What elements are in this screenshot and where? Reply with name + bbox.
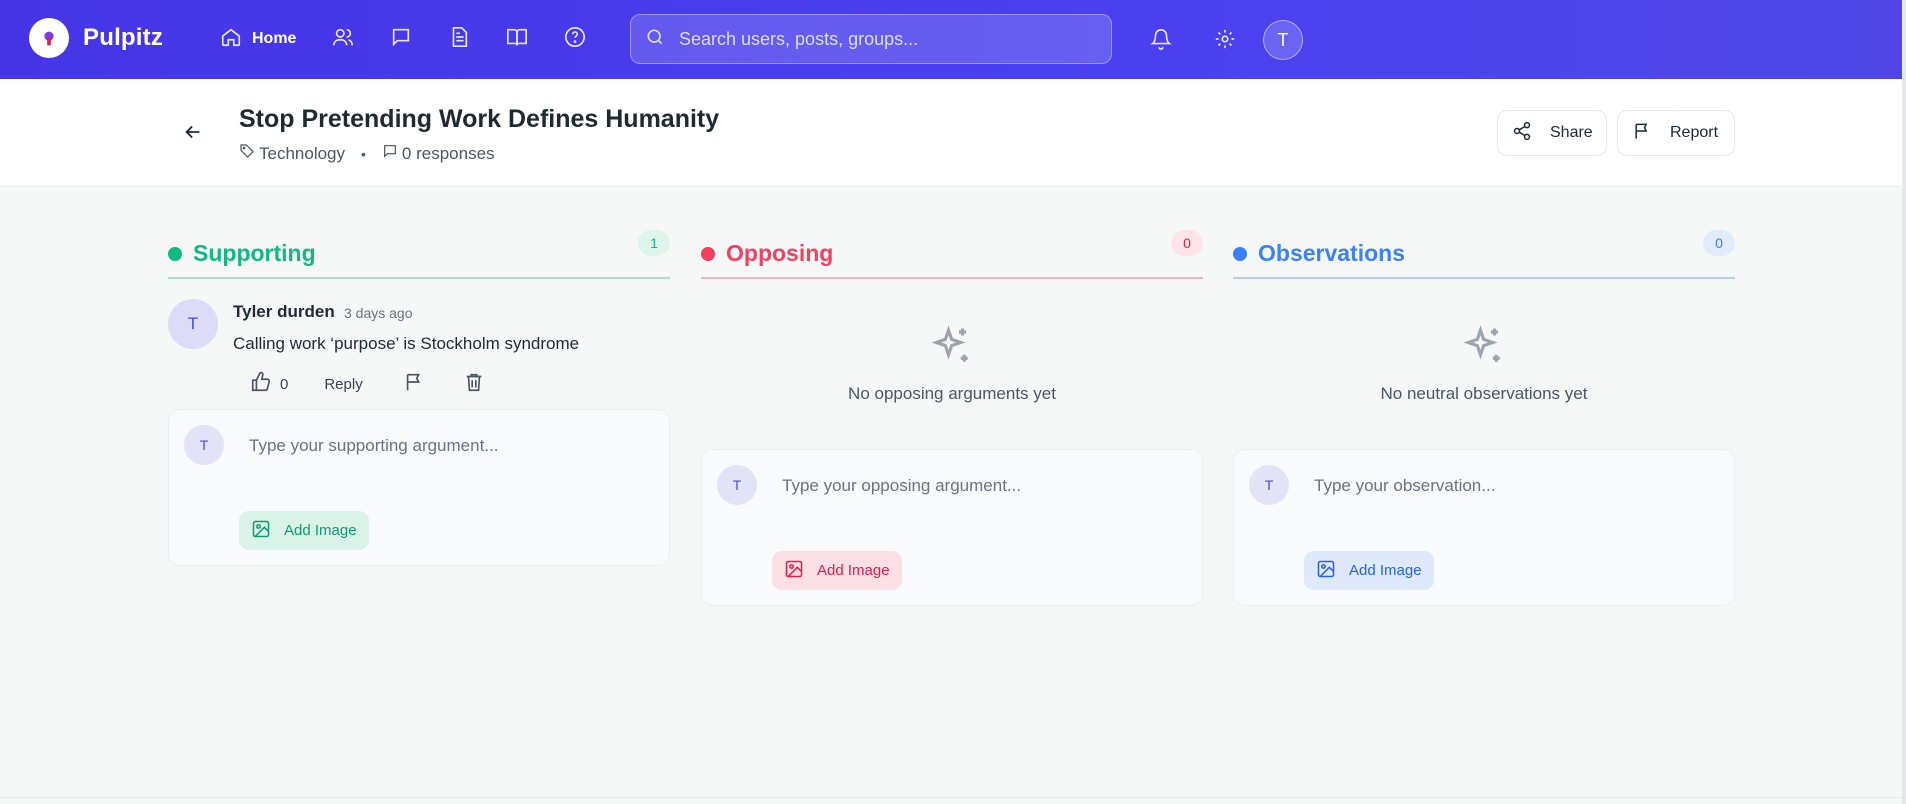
flag-icon (403, 371, 425, 397)
topic-meta: Technology • 0 responses (239, 143, 495, 164)
composer-avatar: T (184, 425, 224, 465)
observations-empty-text: No neutral observations yet (1380, 383, 1588, 403)
back-button[interactable] (182, 121, 206, 145)
opposing-dot (701, 246, 715, 261)
responses-count: 0 responses (401, 143, 495, 163)
users-icon (332, 26, 354, 53)
comment-count-icon (382, 143, 402, 164)
opposing-header: Opposing 0 (701, 230, 1203, 279)
comment-author[interactable]: Tyler durden (233, 302, 335, 322)
like-count: 0 (280, 375, 289, 393)
comment-text: Calling work ‘purpose’ is Stockholm synd… (233, 334, 580, 353)
share-label: Share (1550, 124, 1593, 141)
window-edge (1902, 0, 1906, 804)
image-icon (1316, 559, 1349, 583)
nav-home-label: Home (252, 30, 297, 47)
message-icon (390, 26, 412, 53)
image-icon (251, 519, 284, 543)
composer-avatar: T (717, 465, 757, 505)
debate-header: Stop Pretending Work Defines Humanity Te… (0, 79, 1906, 187)
flag-icon (1632, 121, 1670, 146)
delete-comment-button[interactable] (463, 371, 485, 397)
meta-separator: • (361, 145, 366, 162)
image-icon (784, 559, 817, 583)
like-button[interactable]: 0 (242, 371, 288, 397)
share-icon (1512, 121, 1550, 146)
nav-home[interactable]: Home (220, 24, 296, 54)
nav-help[interactable] (564, 24, 586, 54)
search-bar (630, 14, 1112, 64)
observations-dot (1233, 246, 1247, 261)
arrow-left-icon (182, 125, 204, 147)
supporting-title: Supporting (193, 240, 316, 266)
tag-icon (239, 143, 259, 164)
search-input[interactable] (679, 28, 1079, 50)
sparkles-icon (931, 324, 973, 372)
nav-messages[interactable] (390, 24, 412, 54)
top-navbar: Pulpitz Home T (0, 0, 1906, 79)
comment-avatar[interactable]: T (168, 299, 218, 349)
bell-icon (1150, 29, 1172, 54)
settings-button[interactable] (1214, 28, 1236, 50)
thumbs-up-icon (250, 371, 272, 397)
main-nav: Home (220, 24, 622, 54)
reply-button[interactable]: Reply (324, 376, 362, 393)
report-button[interactable]: Report (1617, 110, 1735, 156)
composer-avatar: T (1249, 465, 1289, 505)
supporting-header: Supporting 1 (168, 230, 670, 279)
comment-timestamp: 3 days ago (344, 305, 413, 321)
page-title: Stop Pretending Work Defines Humanity (239, 105, 720, 133)
observations-empty-state: No neutral observations yet (1233, 279, 1735, 449)
report-label: Report (1670, 124, 1719, 141)
supporting-dot (168, 246, 182, 261)
nav-users[interactable] (332, 24, 354, 54)
notifications-button[interactable] (1150, 28, 1172, 50)
gear-icon (1214, 29, 1236, 54)
brand-logo[interactable]: Pulpitz (29, 18, 163, 58)
add-image-button[interactable]: Add Image (1304, 551, 1434, 590)
flag-comment-button[interactable] (403, 371, 425, 397)
document-icon (448, 26, 470, 53)
trash-icon (463, 371, 485, 397)
add-image-label: Add Image (1349, 562, 1422, 579)
observation-input[interactable] (1314, 476, 1714, 496)
supporting-argument-input[interactable] (249, 436, 649, 456)
book-icon (506, 26, 528, 53)
opposing-argument-input[interactable] (782, 476, 1182, 496)
nav-library[interactable] (506, 24, 528, 54)
supporting-column: Supporting 1 T Tyler durden 3 days ago C… (168, 230, 670, 566)
category-label[interactable]: Technology (259, 144, 345, 164)
help-icon (564, 26, 586, 53)
logo-icon (29, 18, 69, 58)
search-icon (645, 27, 665, 52)
comment-actions: 0 Reply (242, 371, 485, 397)
observations-count-badge: 0 (1703, 230, 1735, 256)
brand-name: Pulpitz (83, 24, 164, 51)
opposing-count-badge: 0 (1171, 230, 1203, 256)
user-avatar[interactable]: T (1263, 20, 1303, 60)
supporting-composer: T Add Image (168, 409, 670, 566)
opposing-title: Opposing (726, 240, 834, 266)
add-image-button[interactable]: Add Image (239, 511, 369, 550)
bottom-divider (0, 797, 1906, 798)
supporting-count-badge: 1 (638, 230, 670, 256)
opposing-composer: T Add Image (701, 449, 1203, 606)
observations-header: Observations 0 (1233, 230, 1735, 279)
opposing-empty-text: No opposing arguments yet (848, 383, 1056, 403)
observations-title: Observations (1258, 240, 1405, 266)
comment-item: T Tyler durden 3 days ago Calling work ‘… (168, 299, 670, 409)
opposing-column: Opposing 0 No opposing arguments yet T A… (701, 230, 1203, 606)
add-image-button[interactable]: Add Image (772, 551, 902, 590)
share-button[interactable]: Share (1497, 110, 1607, 156)
opposing-empty-state: No opposing arguments yet (701, 279, 1203, 449)
add-image-label: Add Image (284, 522, 357, 539)
observations-composer: T Add Image (1233, 449, 1735, 606)
home-icon (220, 26, 242, 53)
observations-column: Observations 0 No neutral observations y… (1233, 230, 1735, 606)
add-image-label: Add Image (817, 562, 890, 579)
sparkles-icon (1463, 324, 1505, 372)
nav-documents[interactable] (448, 24, 470, 54)
